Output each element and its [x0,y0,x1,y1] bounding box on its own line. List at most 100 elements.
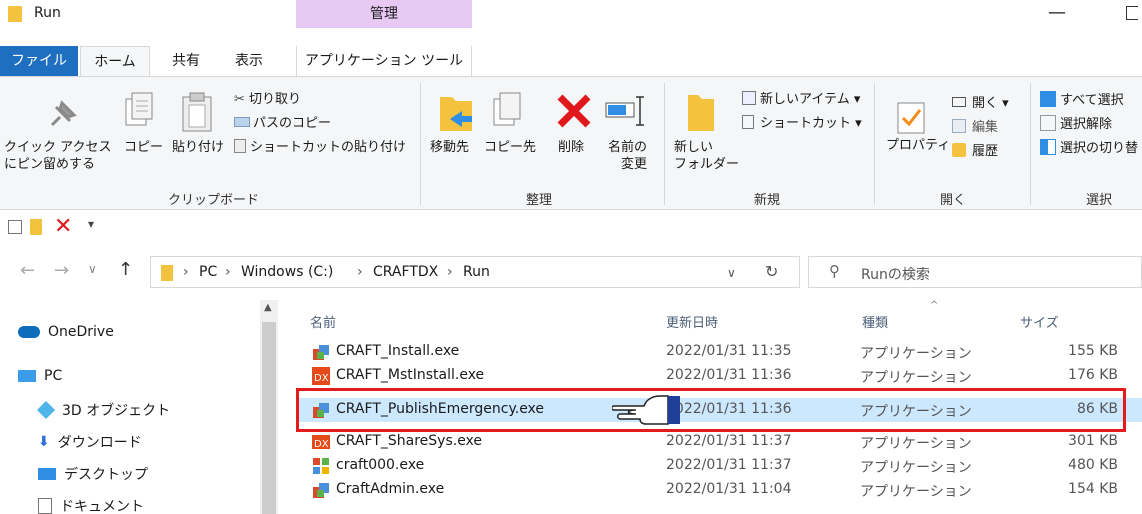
new-folder-button[interactable]: 新しい フォルダー [674,139,739,173]
tab-share[interactable]: 共有 [158,46,214,76]
cut-label: 切り取り [249,92,302,107]
file-name: CraftAdmin.exe [336,481,445,497]
breadcrumb-craftdx[interactable]: CRAFTDX [373,264,438,280]
new-item-button[interactable]: 新しいアイテム ▾ [742,91,860,108]
sort-ascending-icon: ^ [930,300,939,311]
file-type: アプリケーション [860,484,972,500]
paste-button[interactable]: 貼り付け [172,139,224,156]
app-icon [312,401,330,419]
new-item-label: 新しいアイテム ▾ [760,92,861,107]
delete-quick-icon[interactable]: ✕ [54,214,72,239]
recent-locations-icon[interactable]: ∨ [88,262,97,276]
scroll-up-icon[interactable]: ▲ [264,302,272,313]
pin-to-quick-access-button[interactable]: クイック アクセス にピン留めする [4,139,111,173]
tab-view[interactable]: 表示 [220,46,278,76]
move-to-button[interactable]: 移動先 [430,139,469,156]
file-row[interactable]: DX CRAFT_MstInstall.exe 2022/01/31 11:36… [298,364,1142,388]
ribbon: クイック アクセス にピン留めする コピー 貼り付け ✂ 切り取り パスのコピー… [0,76,1142,210]
rename-label-line1: 名前の [608,140,648,155]
open-button[interactable]: 開く ▾ [952,95,1009,112]
address-dropdown-icon[interactable]: ∨ [727,266,736,280]
quick-access-toolbar: ✕ ▾ [0,214,1142,240]
title-bar: Run 管理 — [0,0,1142,28]
nav-scrollbar-thumb[interactable] [262,322,276,514]
new-folder-label-line2: フォルダー [674,157,740,172]
breadcrumb-pc[interactable]: PC [199,264,217,280]
properties-check-icon[interactable] [8,220,22,234]
file-type: アプリケーション [860,346,972,362]
nav-item-pc[interactable]: PC [18,368,62,384]
tab-home[interactable]: ホーム [80,46,150,76]
app-icon [312,481,330,499]
file-name: CRAFT_Install.exe [336,343,460,359]
download-arrow-icon: ⬇ [38,434,50,450]
copy-to-button[interactable]: コピー先 [484,139,536,156]
nav-item-3d-objects[interactable]: 3D オブジェクト [36,400,170,420]
ribbon-tabs: ファイル ホーム 共有 表示 アプリケーション ツール [0,46,1142,76]
invert-selection-icon [1040,139,1056,155]
cube-icon [36,400,56,420]
organize-group-label: 整理 [526,193,553,208]
file-row[interactable]: CRAFT_Install.exe 2022/01/31 11:35 アプリケー… [298,340,1142,364]
search-input[interactable]: Runの検索 [861,264,930,284]
back-arrow-icon[interactable]: ← [20,260,35,281]
rename-button[interactable]: 名前の 変更 [608,139,647,173]
nav-label: ドキュメント [60,499,144,514]
file-row[interactable]: DX CRAFT_ShareSys.exe 2022/01/31 11:37 ア… [298,430,1142,454]
breadcrumb-windows-c[interactable]: Windows (C:) [241,264,333,280]
delete-button[interactable]: 削除 [558,139,584,156]
customize-qat-icon[interactable]: ▾ [88,217,94,231]
column-header-name[interactable]: 名前 [310,312,336,331]
breadcrumb-run[interactable]: Run [463,264,490,280]
up-arrow-icon[interactable]: ↑ [118,259,133,280]
select-all-button[interactable]: すべて選択 [1040,91,1124,109]
file-size: 86 KB [1076,401,1118,417]
breadcrumb-separator: › [183,264,189,280]
new-folder-quick-icon[interactable] [30,219,42,235]
address-bar[interactable]: › PC › Windows (C:) › CRAFTDX › Run ∨ ↻ [150,256,800,288]
column-header-type[interactable]: 種類 [862,312,888,331]
forward-arrow-icon[interactable]: → [54,260,69,281]
easy-access-button[interactable]: ショートカット ▾ [742,115,862,132]
column-header-size[interactable]: サイズ [1020,312,1059,331]
nav-item-onedrive[interactable]: OneDrive [18,324,114,340]
refresh-icon[interactable]: ↻ [765,262,778,281]
open-label: 開く ▾ [972,96,1009,111]
copy-button[interactable]: コピー [124,139,163,156]
select-none-label: 選択解除 [1060,117,1113,132]
tab-application-tools[interactable]: アプリケーション ツール [296,46,472,76]
pin-label-line2: にピン留めする [4,157,96,172]
breadcrumb-separator: › [357,264,363,280]
copy-path-button[interactable]: パスのコピー [234,115,331,132]
tab-file[interactable]: ファイル [0,46,78,76]
copy-path-label: パスのコピー [253,116,332,131]
select-all-icon [1040,91,1056,107]
file-size: 480 KB [1068,457,1118,473]
file-row[interactable]: CraftAdmin.exe 2022/01/31 11:04 アプリケーション… [298,478,1142,502]
file-type: アプリケーション [860,404,972,420]
history-button[interactable]: 履歴 [952,143,998,160]
paste-shortcut-button[interactable]: ショートカットの貼り付け [234,139,406,156]
file-row[interactable]: craft000.exe 2022/01/31 11:37 アプリケーション 4… [298,454,1142,478]
open-group-label: 開く [940,193,967,208]
cut-button[interactable]: ✂ 切り取り [234,91,301,108]
group-separator [1030,83,1031,205]
edit-button[interactable]: 編集 [952,119,998,136]
file-row-selected[interactable]: CRAFT_PublishEmergency.exe 2022/01/31 11… [298,398,1142,422]
nav-item-desktop[interactable]: デスクトップ [38,464,148,484]
minimize-button[interactable]: — [1048,2,1066,23]
select-none-icon [1040,115,1056,131]
desktop-icon [38,468,56,480]
maximize-button[interactable] [1126,6,1138,20]
nav-item-documents[interactable]: ドキュメント [38,496,144,514]
new-item-icon [742,91,756,105]
window-title: Run [34,5,61,21]
properties-button[interactable]: プロパティ [886,137,950,154]
select-all-label: すべて選択 [1060,93,1124,108]
search-box[interactable]: ⚲ Runの検索 [808,256,1142,288]
nav-item-downloads[interactable]: ⬇ ダウンロード [38,432,142,452]
select-none-button[interactable]: 選択解除 [1040,115,1112,133]
column-header-date[interactable]: 更新日時 [666,312,718,331]
file-name: craft000.exe [336,457,425,473]
invert-selection-button[interactable]: 選択の切り替 [1040,139,1138,157]
